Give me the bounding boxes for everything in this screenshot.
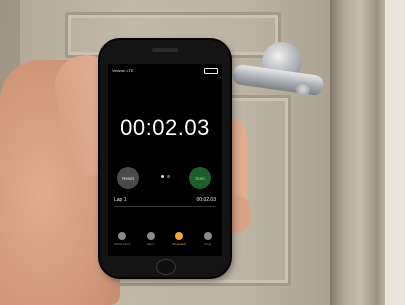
phone: Verizon LTE 00:02.03 Reset Start Lap 1 0… [100, 40, 230, 277]
lap-row: Lap 1 00:02.03 [114, 197, 216, 207]
tab-bar: World Clock Alarm Stopwatch Timer [108, 232, 222, 254]
reset-button[interactable]: Reset [117, 167, 139, 189]
start-button[interactable]: Start [189, 167, 211, 189]
page-dot [166, 175, 170, 178]
tab-label: Timer [203, 242, 212, 246]
phone-screen: Verizon LTE 00:02.03 Reset Start Lap 1 0… [108, 64, 222, 256]
timer-icon [203, 232, 212, 240]
lap-time: 00:02.03 [196, 197, 216, 203]
tab-world-clock[interactable]: World Clock [110, 232, 134, 254]
phone-speaker [152, 48, 178, 52]
tab-label: World Clock [114, 242, 131, 246]
tab-label: Alarm [146, 242, 155, 246]
door-lock-icon [296, 82, 310, 96]
stopwatch-icon [175, 232, 184, 240]
lap-label: Lap 1 [114, 197, 127, 203]
tab-timer[interactable]: Timer [196, 232, 220, 254]
globe-icon [118, 232, 127, 240]
tab-alarm[interactable]: Alarm [139, 232, 163, 254]
tab-stopwatch[interactable]: Stopwatch [167, 232, 191, 254]
home-button[interactable] [156, 259, 176, 275]
alarm-icon [146, 232, 155, 240]
wall-right [385, 0, 405, 305]
tab-label: Stopwatch [172, 242, 187, 246]
stopwatch-display: 00:02.03 [120, 115, 210, 140]
status-carrier: Verizon LTE [112, 68, 134, 73]
page-dots [158, 175, 172, 178]
battery-icon [204, 68, 218, 74]
page-dot-active [160, 175, 164, 178]
photo-scene: Verizon LTE 00:02.03 Reset Start Lap 1 0… [0, 0, 405, 305]
